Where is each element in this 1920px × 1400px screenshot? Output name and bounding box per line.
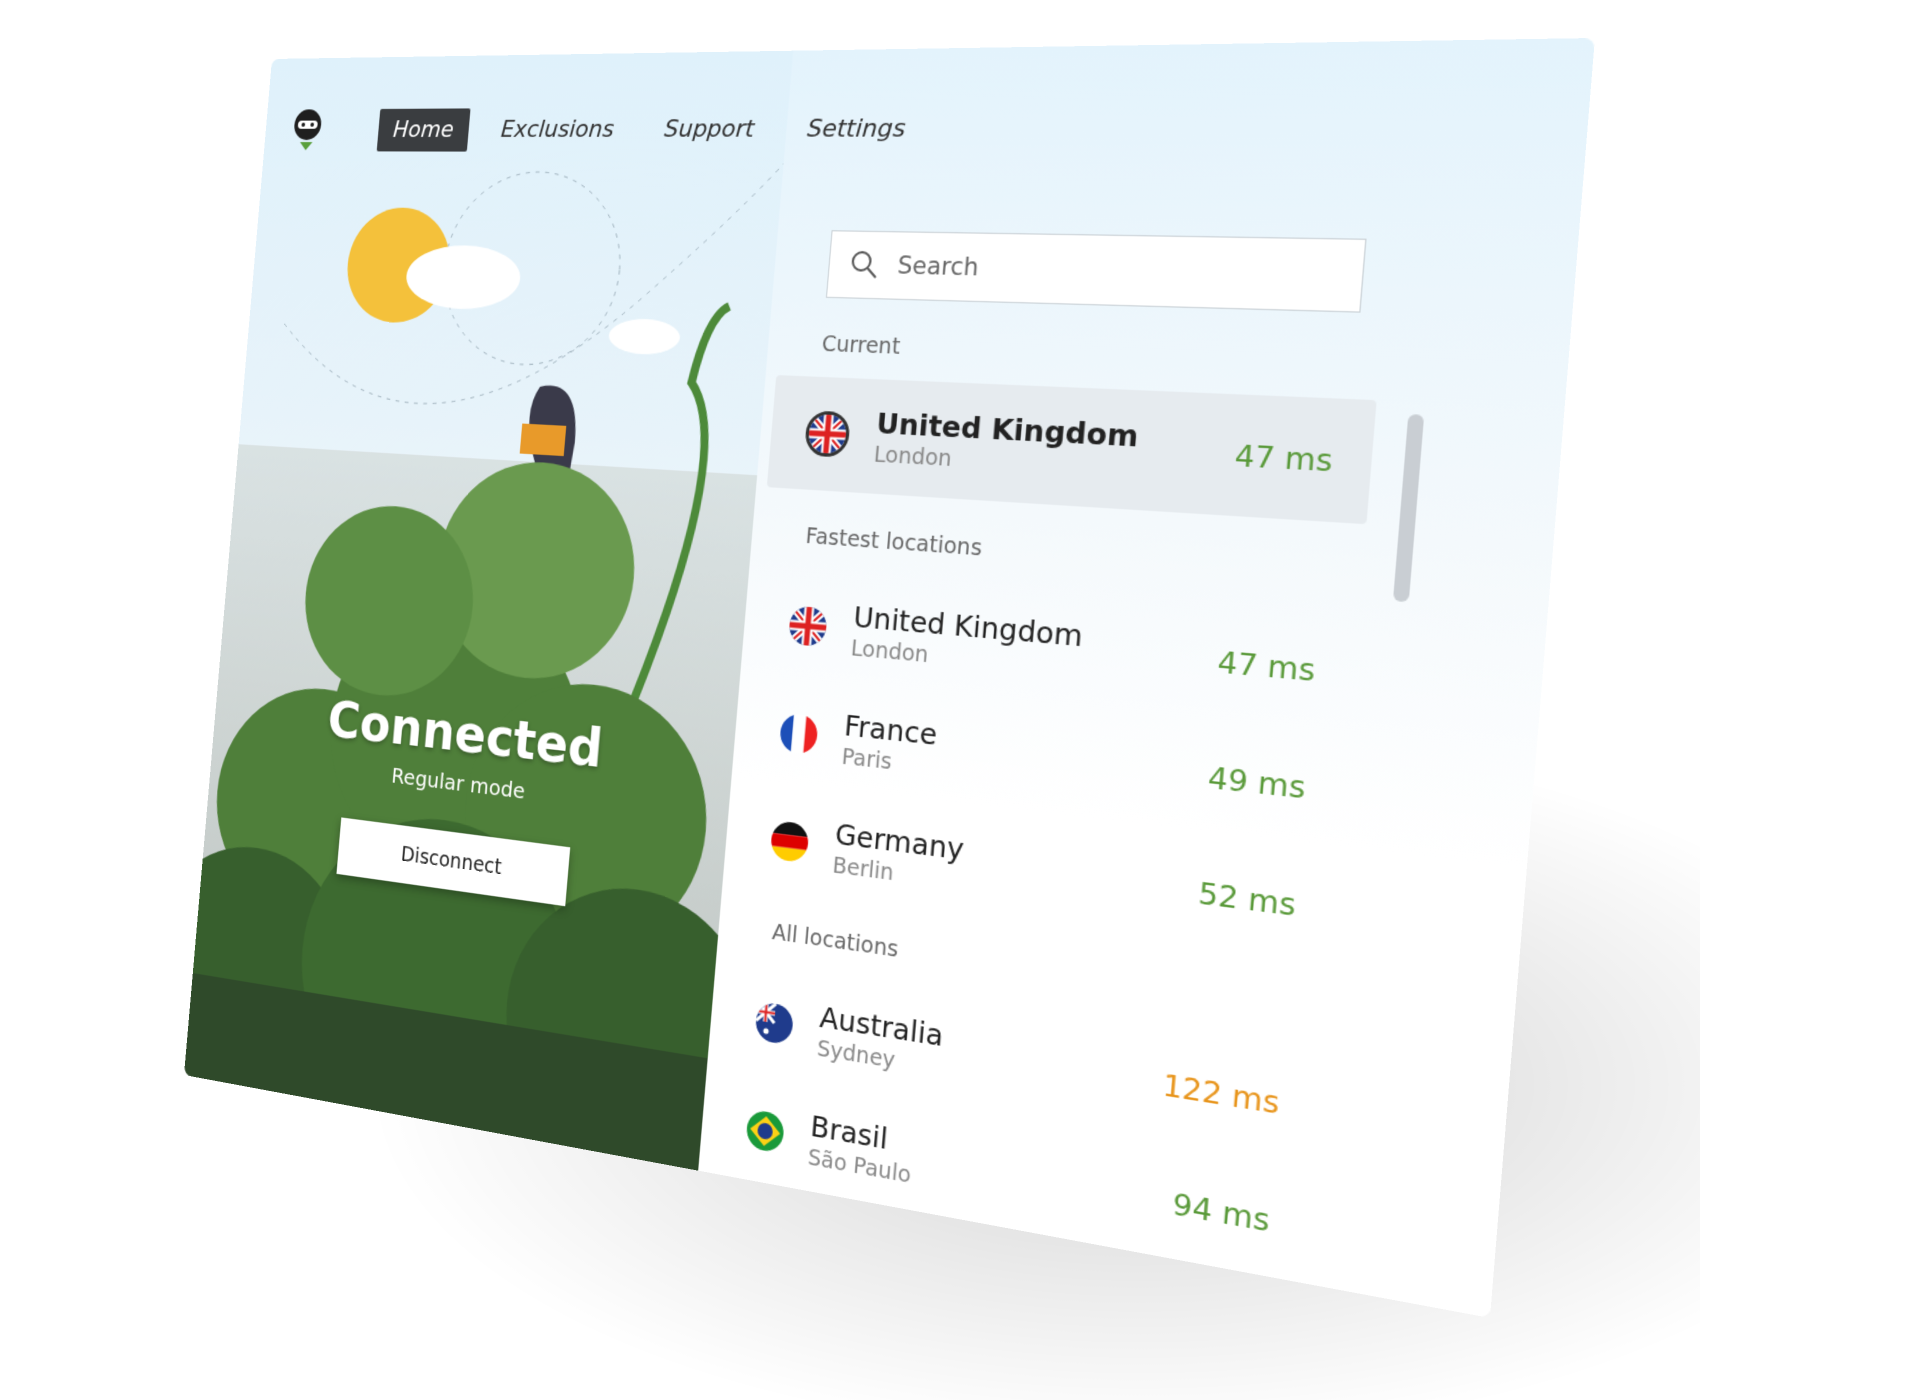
- search-input[interactable]: [894, 250, 1364, 292]
- latency: 52 ms: [1197, 874, 1298, 923]
- flag-br-icon: [745, 1108, 786, 1154]
- nav-support[interactable]: Support: [646, 106, 773, 152]
- latency: 49 ms: [1206, 759, 1308, 806]
- illustration-panel: Connected Regular mode Disconnect: [183, 50, 794, 1171]
- top-nav: Home Exclusions Support Settings: [290, 103, 925, 153]
- flag-uk-icon: [803, 410, 852, 458]
- nav-home[interactable]: Home: [376, 107, 471, 152]
- search-icon: [848, 249, 881, 281]
- section-current: Current: [820, 331, 902, 360]
- flag-au-icon: [754, 1001, 795, 1046]
- latency: 94 ms: [1171, 1185, 1272, 1239]
- nav-settings[interactable]: Settings: [788, 105, 925, 152]
- latency: 47 ms: [1216, 643, 1317, 688]
- ninja-illustration: [183, 51, 793, 1171]
- flag-de-icon: [769, 820, 810, 864]
- ninja-logo-icon: [293, 109, 323, 151]
- latency: 47 ms: [1233, 437, 1335, 479]
- nav-exclusions[interactable]: Exclusions: [484, 107, 632, 151]
- flag-fr-icon: [778, 712, 819, 756]
- latency: 122 ms: [1161, 1066, 1281, 1121]
- flag-uk-icon: [787, 605, 828, 648]
